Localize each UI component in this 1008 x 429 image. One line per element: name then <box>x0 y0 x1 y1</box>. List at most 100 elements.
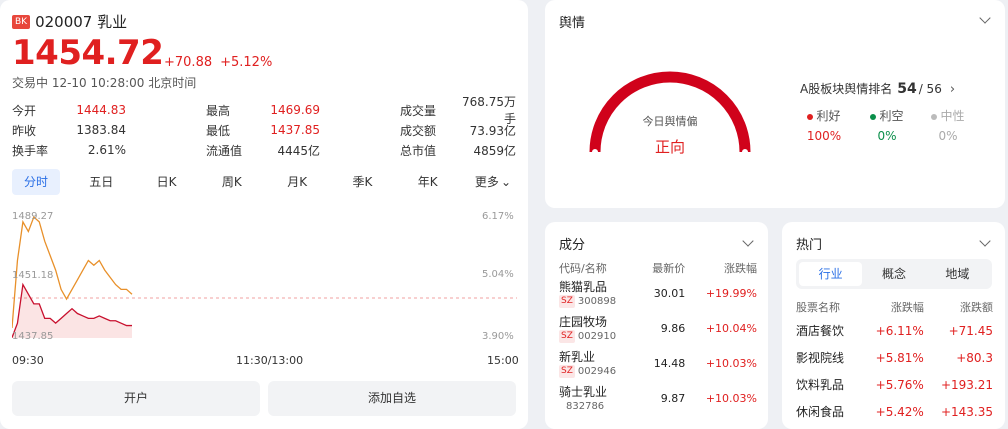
component-change: +19.99% <box>705 287 757 300</box>
hot-pct: +5.81% <box>875 350 924 365</box>
stock-header: BK 020007 乳业 <box>12 11 127 32</box>
quote-card: BK 020007 乳业 1454.72 +70.88 +5.12% 交易中 1… <box>0 0 528 429</box>
chevron-down-icon[interactable] <box>979 12 991 24</box>
component-name-cell: 熊猫乳品 SZ 300898 <box>559 276 639 311</box>
sentiment-neutral: 中性 0% <box>926 107 970 143</box>
add-watchlist-button[interactable]: 添加自选 <box>268 381 516 416</box>
bearish-dot-icon <box>870 113 877 120</box>
component-code: 300898 <box>577 295 617 307</box>
component-code: 832786 <box>566 400 605 412</box>
hot-pct: +5.76% <box>875 377 924 392</box>
tab-period-0[interactable]: 分时 <box>12 169 60 195</box>
tab-industry[interactable]: 行业 <box>799 262 863 286</box>
y-right-label-mid: 5.04% <box>482 269 514 280</box>
chevron-down-icon[interactable] <box>979 235 991 247</box>
stats-column: 今开 1444.83 昨收 1383.84 换手率 2.61% <box>12 100 126 160</box>
current-price: 1454.72 <box>12 33 164 73</box>
component-row[interactable]: 熊猫乳品 SZ 300898 30.01 +19.99% <box>559 276 757 311</box>
component-price: 30.01 <box>653 287 686 300</box>
stat-value: 4859亿 <box>473 143 516 158</box>
tab-period-3[interactable]: 周K <box>208 169 256 195</box>
stat-label: 昨收 <box>12 123 37 138</box>
col-change: 涨跌幅 <box>724 262 757 275</box>
sector-rank[interactable]: A股板块舆情排名 54 / 56 › <box>800 80 955 97</box>
stat-value: 1437.85 <box>270 123 320 137</box>
neutral-dot-icon <box>931 113 938 120</box>
sector-badge: BK <box>12 14 31 29</box>
tab-period-5[interactable]: 季K <box>338 169 386 195</box>
stat-label: 换手率 <box>12 143 49 158</box>
hot-row[interactable]: 影视院线 +5.81% +80.3 <box>796 344 993 371</box>
stat-row: 昨收 1383.84 <box>12 120 126 140</box>
stat-value: 1444.83 <box>76 103 126 117</box>
chevron-right-icon: › <box>949 82 956 97</box>
stock-code-name: 020007 乳业 <box>35 13 128 31</box>
gauge-value: 正向 <box>654 138 685 156</box>
tab-concept[interactable]: 概念 <box>862 262 925 286</box>
component-code-line: 832786 <box>559 400 639 413</box>
stat-label: 成交额 <box>400 123 437 138</box>
stat-value: 4445亿 <box>277 143 320 158</box>
component-row[interactable]: 新乳业 SZ 002946 14.48 +10.03% <box>559 346 757 381</box>
x-label-close: 15:00 <box>487 354 519 367</box>
hot-pct: +5.42% <box>875 404 924 419</box>
component-row[interactable]: 庄园牧场 SZ 002910 9.86 +10.04% <box>559 311 757 346</box>
y-left-label-mid: 1451.18 <box>12 270 54 281</box>
component-name: 熊猫乳品 <box>559 279 608 294</box>
components-title: 成分 <box>559 238 586 253</box>
y-left-label-bottom: 1437.85 <box>12 331 54 342</box>
stat-value: 73.93亿 <box>469 123 516 138</box>
component-name-cell: 骑士乳业 832786 <box>559 381 639 416</box>
stat-row: 换手率 2.61% <box>12 140 126 160</box>
market-tag: SZ <box>559 329 575 343</box>
x-label-midday: 11:30/13:00 <box>236 354 304 367</box>
series-area <box>12 284 132 338</box>
component-price: 14.48 <box>653 357 686 370</box>
change-percent: +5.12% <box>220 55 273 70</box>
tab-more[interactable]: 更多 ⌄ <box>469 169 517 195</box>
stat-row: 成交额 73.93亿 <box>400 120 516 140</box>
sentiment-bullish: 利好 100% <box>802 107 846 143</box>
hot-tabs: 行业 概念 地域 <box>796 259 992 289</box>
y-left-label-top: 1489.27 <box>12 211 54 222</box>
neutral-label: 中性 <box>940 109 965 123</box>
stat-value: 1469.69 <box>270 103 320 117</box>
tab-period-1[interactable]: 五日 <box>77 169 125 195</box>
sentiment-card: 舆情 今日舆情偏 正向 A股板块舆情排名 54 / 56 › 利好 100% 利… <box>545 0 1005 208</box>
tab-period-2[interactable]: 日K <box>143 169 191 195</box>
sentiment-title: 舆情 <box>559 16 586 31</box>
component-code-line: SZ 300898 <box>559 294 639 308</box>
hot-row[interactable]: 饮料乳品 +5.76% +193.21 <box>796 371 993 398</box>
y-right-label-bottom: 3.90% <box>482 331 514 342</box>
stat-row: 流通值 4445亿 <box>206 140 320 160</box>
chevron-down-icon[interactable] <box>742 235 754 247</box>
tab-period-6[interactable]: 年K <box>404 169 452 195</box>
trading-status: 交易中 12-10 10:28:00 北京时间 <box>12 76 197 90</box>
col-name: 股票名称 <box>796 301 840 314</box>
tab-period-4[interactable]: 月K <box>273 169 321 195</box>
col-amt: 涨跌额 <box>960 301 993 314</box>
component-price: 9.86 <box>660 322 686 335</box>
bullish-dot-icon <box>807 113 814 120</box>
component-name: 庄园牧场 <box>559 314 608 329</box>
tab-region[interactable]: 地域 <box>926 262 989 286</box>
bearish-label: 利空 <box>879 109 904 123</box>
chart-svg <box>11 215 517 338</box>
stat-row: 最高 1469.69 <box>206 100 320 120</box>
component-code-line: SZ 002910 <box>559 329 639 343</box>
stat-value: 1383.84 <box>76 123 126 137</box>
component-price: 9.87 <box>660 392 686 405</box>
component-name-cell: 庄园牧场 SZ 002910 <box>559 311 639 346</box>
component-change: +10.03% <box>705 392 757 405</box>
x-label-open: 09:30 <box>12 354 44 367</box>
hot-row[interactable]: 酒店餐饮 +6.11% +71.45 <box>796 317 993 344</box>
hot-amt: +143.35 <box>940 404 993 419</box>
component-row[interactable]: 骑士乳业 832786 9.87 +10.03% <box>559 381 757 416</box>
intraday-chart[interactable] <box>11 206 517 346</box>
change-amount: +70.88 <box>164 55 213 70</box>
open-account-button[interactable]: 开户 <box>12 381 260 416</box>
hot-row[interactable]: 休闲食品 +5.42% +143.35 <box>796 398 993 425</box>
component-change: +10.04% <box>705 322 757 335</box>
sentiment-bearish: 利空 0% <box>865 107 909 143</box>
hot-name: 休闲食品 <box>796 405 845 419</box>
